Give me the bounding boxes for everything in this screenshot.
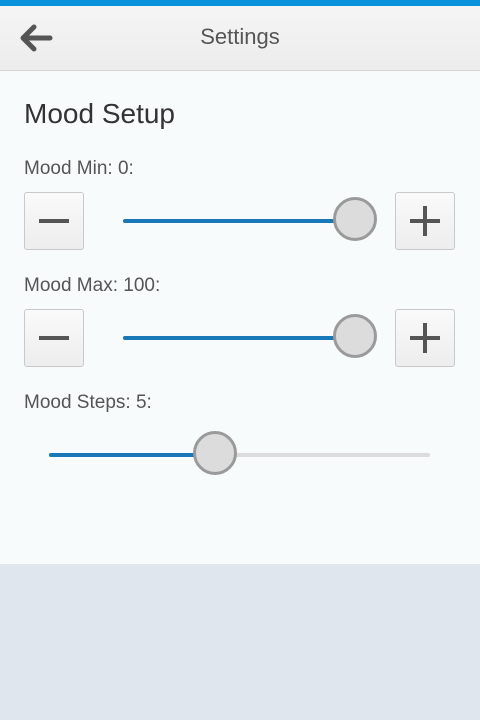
header-bar: Settings — [0, 6, 480, 71]
mood-max-label: Mood Max: 100: — [24, 275, 161, 296]
minus-icon — [39, 219, 69, 223]
page-title: Settings — [200, 24, 280, 49]
mood-steps-slider[interactable] — [49, 430, 430, 480]
plus-icon — [410, 323, 440, 353]
mood-min-slider[interactable] — [123, 196, 377, 246]
mood-steps-label: Mood Steps: 5: — [24, 392, 152, 413]
slider-thumb[interactable] — [333, 197, 377, 241]
mood-max-increment-button[interactable] — [395, 309, 455, 367]
empty-background-area — [0, 564, 480, 720]
mood-max-decrement-button[interactable] — [24, 309, 84, 367]
mood-min-decrement-button[interactable] — [24, 192, 84, 250]
minus-icon — [39, 336, 69, 340]
settings-panel: Mood Setup Mood Min: 0: Mood Max: 100: M… — [0, 71, 480, 564]
slider-thumb[interactable] — [333, 314, 377, 358]
mood-min-increment-button[interactable] — [395, 192, 455, 250]
slider-fill — [123, 336, 357, 340]
slider-thumb[interactable] — [192, 431, 237, 475]
section-title: Mood Setup — [24, 98, 175, 129]
plus-icon — [410, 206, 440, 236]
slider-fill — [123, 219, 357, 223]
slider-fill — [49, 453, 217, 457]
mood-max-slider[interactable] — [123, 313, 377, 363]
mood-min-label: Mood Min: 0: — [24, 158, 134, 179]
